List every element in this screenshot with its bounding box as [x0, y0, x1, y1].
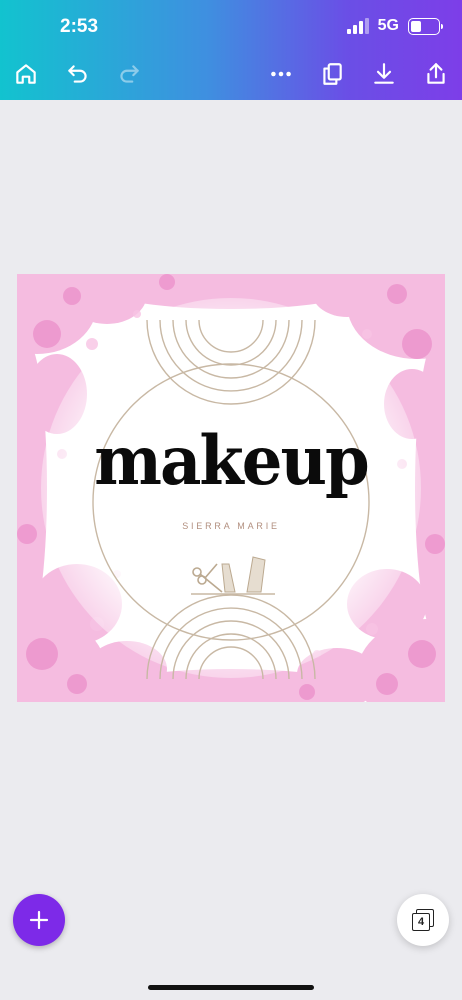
page-count: 4: [412, 913, 430, 931]
design-canvas[interactable]: makeup SIERRA MARIE: [17, 274, 445, 702]
home-button[interactable]: [12, 60, 40, 88]
redo-button[interactable]: [115, 60, 143, 88]
pages-icon: 4: [412, 909, 434, 931]
more-icon: [271, 71, 291, 77]
download-icon: [374, 63, 394, 84]
status-indicators: 5G: [346, 17, 443, 35]
design-subtitle: SIERRA MARIE: [182, 521, 280, 531]
more-button[interactable]: [267, 60, 295, 88]
plus-icon: [29, 910, 49, 930]
undo-icon: [68, 65, 87, 83]
download-button[interactable]: [370, 60, 398, 88]
undo-button[interactable]: [64, 60, 92, 88]
battery-icon: [408, 17, 443, 35]
add-button[interactable]: [13, 894, 65, 946]
duplicate-icon: [323, 63, 342, 85]
home-icon: [16, 64, 36, 84]
network-type: 5G: [377, 17, 399, 34]
top-bar: 2:53 5G: [0, 0, 462, 100]
duplicate-button[interactable]: [318, 60, 346, 88]
share-button[interactable]: [422, 60, 450, 88]
redo-icon: [120, 65, 139, 83]
pages-button[interactable]: 4: [397, 894, 449, 946]
design-title: makeup: [94, 422, 370, 501]
status-time: 2:53: [60, 16, 99, 37]
share-icon: [427, 63, 445, 84]
home-indicator: [148, 985, 314, 990]
signal-icon: [346, 18, 369, 34]
